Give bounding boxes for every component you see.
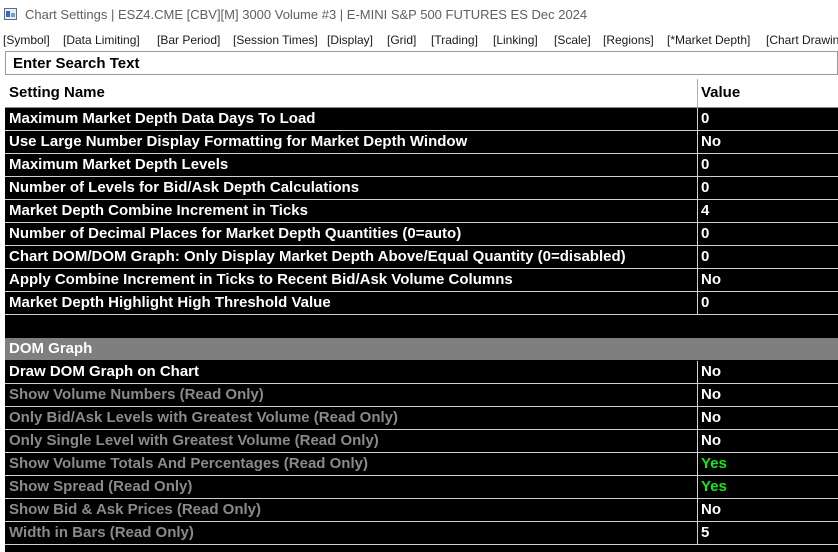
table-row[interactable]: Show Volume Totals And Percentages (Read…: [5, 453, 838, 476]
table-row[interactable]: Show Spread (Read Only) Yes: [5, 476, 838, 499]
table-row[interactable]: Only Bid/Ask Levels with Greatest Volume…: [5, 407, 838, 430]
empty-row: [5, 315, 838, 337]
table-row[interactable]: Market Depth Highlight High Threshold Va…: [5, 292, 838, 315]
setting-name: Use Large Number Display Formatting for …: [9, 133, 468, 150]
table-row[interactable]: Use Large Number Display Formatting for …: [5, 131, 838, 154]
setting-name: Show Volume Totals And Percentages (Read…: [9, 455, 368, 472]
tab-grid[interactable]: [Grid]: [387, 33, 416, 47]
tab-regions[interactable]: [Regions]: [603, 33, 654, 47]
setting-value[interactable]: 5: [697, 522, 838, 544]
table-row[interactable]: Show Volume Numbers (Read Only) No: [5, 384, 838, 407]
setting-name: Show Spread (Read Only): [9, 478, 193, 495]
setting-name: Only Bid/Ask Levels with Greatest Volume…: [9, 409, 398, 426]
setting-value[interactable]: No: [697, 430, 838, 452]
table-row[interactable]: Draw DOM Graph on Chart No: [5, 361, 838, 384]
table-row[interactable]: Show Bid & Ask Prices (Read Only) No: [5, 499, 838, 522]
setting-value[interactable]: 4: [697, 200, 838, 222]
tab-symbol[interactable]: [Symbol]: [3, 33, 50, 47]
table-row[interactable]: Width in Bars (Read Only) 5: [5, 522, 838, 545]
setting-value[interactable]: 0: [697, 177, 838, 199]
table-row[interactable]: Number of Decimal Places for Market Dept…: [5, 223, 838, 246]
settings-grid: Setting Name Value Maximum Market Depth …: [5, 79, 838, 552]
section-header-dom-graph[interactable]: DOM Graph: [5, 338, 838, 360]
setting-value[interactable]: No: [697, 384, 838, 406]
table-row[interactable]: Market Depth Combine Increment in Ticks …: [5, 200, 838, 223]
window-title: Chart Settings | ESZ4.CME [CBV][M] 3000 …: [25, 7, 588, 22]
setting-name: Maximum Market Depth Data Days To Load: [9, 110, 316, 127]
setting-name: Number of Levels for Bid/Ask Depth Calcu…: [9, 179, 360, 196]
tab-linking[interactable]: [Linking]: [493, 33, 538, 47]
setting-name: Show Volume Numbers (Read Only): [9, 386, 264, 403]
tab-data-limiting[interactable]: [Data Limiting]: [63, 33, 140, 47]
tab-market-depth[interactable]: [*Market Depth]: [667, 33, 750, 47]
setting-name: Maximum Market Depth Levels: [9, 156, 229, 173]
setting-name: Market Depth Combine Increment in Ticks: [9, 202, 308, 219]
setting-value[interactable]: Yes: [697, 453, 838, 475]
search-input[interactable]: [6, 52, 837, 74]
tab-bar-period[interactable]: [Bar Period]: [157, 33, 220, 47]
table-row[interactable]: Number of Levels for Bid/Ask Depth Calcu…: [5, 177, 838, 200]
column-header-value[interactable]: Value: [697, 79, 838, 107]
tab-display[interactable]: [Display]: [327, 33, 373, 47]
setting-value[interactable]: No: [697, 407, 838, 429]
setting-name: Show Bid & Ask Prices (Read Only): [9, 501, 262, 518]
table-row[interactable]: Only Single Level with Greatest Volume (…: [5, 430, 838, 453]
table-header: Setting Name Value: [5, 79, 838, 108]
table-row[interactable]: Maximum Market Depth Data Days To Load 0: [5, 108, 838, 131]
tab-session-times[interactable]: [Session Times]: [233, 33, 318, 47]
setting-name: Only Single Level with Greatest Volume (…: [9, 432, 379, 449]
setting-value[interactable]: 0: [697, 292, 838, 314]
setting-value[interactable]: No: [697, 269, 838, 291]
setting-name: Chart DOM/DOM Graph: Only Display Market…: [9, 248, 626, 265]
settings-tab-bar: [Symbol] [Data Limiting] [Bar Period] [S…: [0, 30, 838, 50]
title-bar: Chart Settings | ESZ4.CME [CBV][M] 3000 …: [0, 0, 838, 30]
table-row[interactable]: Apply Combine Increment in Ticks to Rece…: [5, 269, 838, 292]
setting-name: Draw DOM Graph on Chart: [9, 363, 200, 380]
setting-name: Market Depth Highlight High Threshold Va…: [9, 294, 331, 311]
column-header-setting-name[interactable]: Setting Name: [5, 79, 696, 107]
setting-name: Width in Bars (Read Only): [9, 524, 194, 541]
setting-value[interactable]: 0: [697, 154, 838, 176]
chart-settings-app-icon: [4, 8, 17, 20]
setting-name: Number of Decimal Places for Market Dept…: [9, 225, 462, 242]
search-box: [5, 51, 838, 75]
tab-trading[interactable]: [Trading]: [431, 33, 478, 47]
tab-chart-drawing[interactable]: [Chart Drawin: [766, 33, 838, 47]
setting-value[interactable]: 0: [697, 223, 838, 245]
setting-value[interactable]: Yes: [697, 476, 838, 498]
setting-name: Apply Combine Increment in Ticks to Rece…: [9, 271, 513, 288]
table-row[interactable]: Maximum Market Depth Levels 0: [5, 154, 838, 177]
setting-value[interactable]: No: [697, 361, 838, 383]
tab-scale[interactable]: [Scale]: [554, 33, 591, 47]
setting-value[interactable]: 0: [697, 108, 838, 130]
setting-value[interactable]: No: [697, 499, 838, 521]
setting-value[interactable]: 0: [697, 246, 838, 268]
setting-value[interactable]: No: [697, 131, 838, 153]
section-title: DOM Graph: [9, 340, 93, 357]
table-row[interactable]: Chart DOM/DOM Graph: Only Display Market…: [5, 246, 838, 269]
